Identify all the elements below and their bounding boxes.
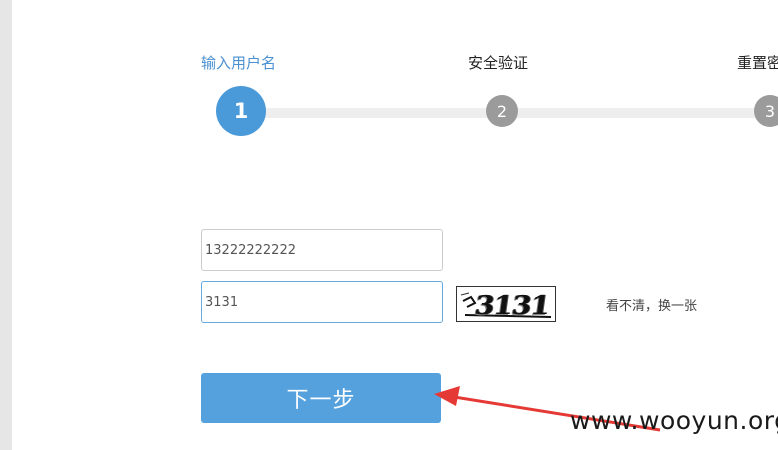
left-gutter	[0, 0, 12, 450]
phone-input[interactable]	[201, 229, 443, 271]
refresh-captcha-link[interactable]: 看不清，换一张	[606, 295, 697, 314]
next-step-button[interactable]: 下一步	[201, 373, 441, 423]
step-1-label: 输入用户名	[201, 54, 277, 72]
watermark-text: www.wooyun.org	[570, 406, 778, 435]
step-2-indicator: 2	[486, 95, 518, 127]
step-1-indicator: 1	[216, 86, 266, 136]
step-2-label: 安全验证	[468, 54, 529, 72]
captcha-input[interactable]	[201, 281, 443, 323]
captcha-text: 3131	[472, 290, 552, 321]
password-reset-page: 输入用户名 安全验证 重置密 1 2 3 3131 看不清，换一张 下一步 ww…	[0, 0, 778, 450]
step-3-indicator: 3	[754, 95, 778, 127]
captcha-image[interactable]: 3131	[456, 286, 556, 322]
step-3-label: 重置密	[737, 54, 778, 72]
